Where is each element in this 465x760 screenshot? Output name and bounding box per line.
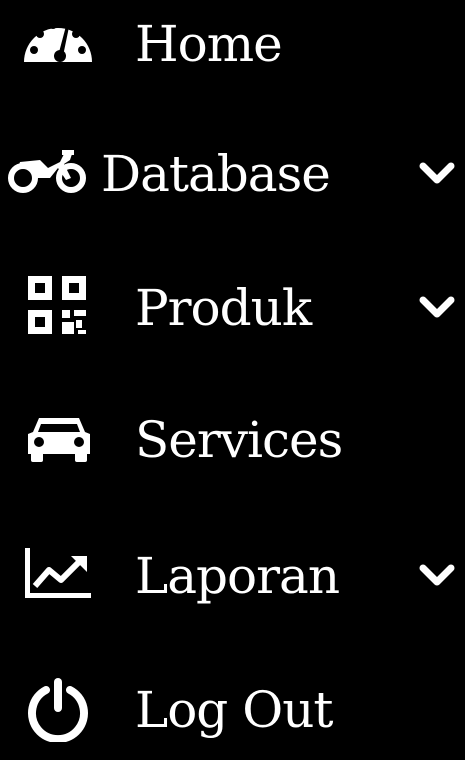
sidebar-item-laporan[interactable]: Laporan [0, 526, 465, 626]
car-icon [27, 414, 91, 464]
sidebar-item-database[interactable]: Database [0, 124, 465, 224]
power-icon [26, 678, 90, 742]
chevron-down-icon[interactable] [417, 288, 457, 328]
chart-line-icon [25, 548, 91, 598]
sidebar-item-label: Produk [135, 279, 312, 337]
qrcode-icon [28, 276, 88, 336]
chevron-down-icon[interactable] [417, 154, 457, 194]
sidebar-item-logout[interactable]: Log Out [0, 660, 465, 760]
sidebar-item-label: Home [135, 15, 283, 73]
sidebar-item-services[interactable]: Services [0, 390, 465, 490]
motorcycle-icon [8, 148, 86, 194]
sidebar-item-label: Services [135, 411, 343, 469]
sidebar-item-label: Laporan [135, 547, 340, 605]
sidebar-menu: Home Database Produk Services Laporan Lo… [0, 0, 465, 742]
sidebar-item-label: Log Out [135, 681, 333, 739]
sidebar-item-label: Database [101, 145, 331, 203]
sidebar-item-produk[interactable]: Produk [0, 258, 465, 358]
speedometer-icon [20, 12, 96, 64]
chevron-down-icon[interactable] [417, 556, 457, 596]
sidebar-item-home[interactable]: Home [0, 0, 465, 94]
